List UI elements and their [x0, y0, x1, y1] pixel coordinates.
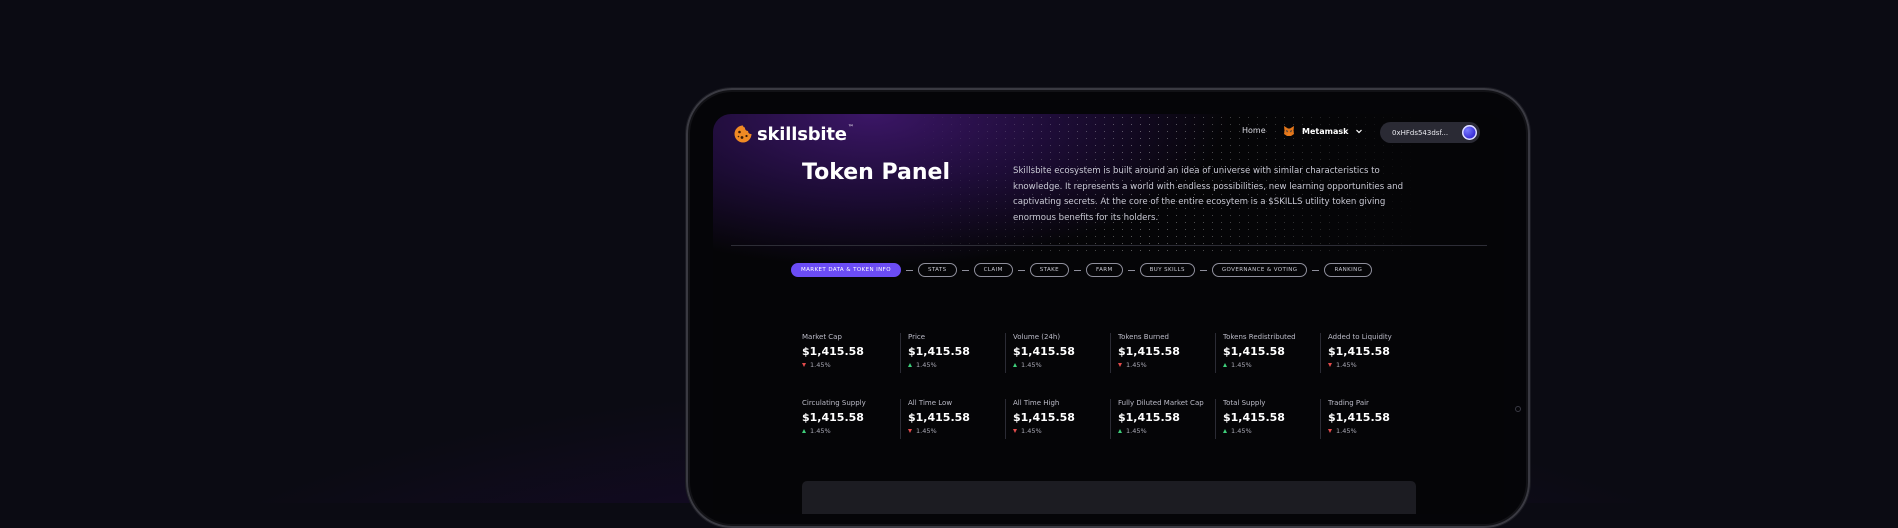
page-description: Skillsbite ecosystem is built around an … — [1013, 166, 1404, 223]
nav-home-link[interactable]: Home — [1242, 126, 1266, 135]
metamask-fox-icon — [1284, 126, 1294, 136]
stat-label: Tokens Burned — [1118, 333, 1169, 341]
tab-governance-voting[interactable]: GOVERNANCE & VOTING — [1211, 263, 1308, 277]
tab-separator — [1017, 269, 1025, 271]
top-navbar: skillsbite ™ Home Metamask 0xHFds543dsf.… — [713, 114, 1504, 154]
stat-value: $1,415.58 — [1223, 411, 1285, 424]
section-divider — [731, 245, 1487, 246]
tab-separator — [905, 269, 913, 271]
stat-circulating-supply: Circulating Supply $1,415.58 1.45% — [802, 399, 902, 439]
tab-claim[interactable]: CLAIM — [973, 263, 1013, 277]
stat-change: 1.45% — [1223, 361, 1315, 369]
stat-tokens-redistributed: Tokens Redistributed $1,415.58 1.45% — [1215, 333, 1315, 373]
cookie-icon — [734, 125, 752, 143]
tab-stake[interactable]: STAKE — [1029, 263, 1070, 277]
page-title: Token Panel — [802, 160, 950, 185]
wallet-address-button[interactable]: 0xHFds543dsf... — [1380, 122, 1480, 143]
tab-farm[interactable]: FARM — [1086, 263, 1123, 277]
logo-wordmark: skillsbite — [757, 123, 847, 145]
tab-separator — [961, 269, 969, 271]
tab-stats[interactable]: STATS — [917, 263, 957, 277]
arrow-up-icon — [908, 363, 912, 367]
stat-value: $1,415.58 — [1328, 411, 1390, 424]
stat-price: Price $1,415.58 1.45% — [900, 333, 1000, 373]
wallet-name: Metamask — [1302, 126, 1349, 136]
stat-all-time-low: All Time Low $1,415.58 1.45% — [900, 399, 1000, 439]
arrow-down-icon — [802, 363, 806, 367]
stat-change: 1.45% — [1328, 361, 1420, 369]
stat-fully-diluted-market-cap: Fully Diluted Market Cap $1,415.58 1.45% — [1110, 399, 1210, 439]
arrow-down-icon — [908, 429, 912, 433]
stat-change: 1.45% — [802, 361, 902, 369]
content-panel — [802, 481, 1416, 514]
chevron-down-icon — [1356, 129, 1363, 134]
stat-added-to-liquidity: Added to Liquidity $1,415.58 1.45% — [1320, 333, 1420, 373]
stat-tokens-burned: Tokens Burned $1,415.58 1.45% — [1110, 333, 1210, 373]
stat-value: $1,415.58 — [1328, 345, 1390, 358]
app-screen: skillsbite ™ Home Metamask 0xHFds543dsf.… — [713, 114, 1504, 514]
tab-buy-skills[interactable]: BUY SKILLS — [1139, 263, 1195, 277]
stat-label: Tokens Redistributed — [1223, 333, 1296, 341]
stat-all-time-high: All Time High $1,415.58 1.45% — [1005, 399, 1105, 439]
arrow-down-icon — [1328, 429, 1332, 433]
tab-separator — [1074, 269, 1082, 271]
tab-separator — [1127, 269, 1135, 271]
arrow-down-icon — [1118, 363, 1122, 367]
stat-change: 1.45% — [1118, 361, 1210, 369]
arrow-up-icon — [802, 429, 806, 433]
wallet-selector[interactable]: Metamask — [1283, 125, 1363, 137]
stat-change: 1.45% — [1118, 427, 1210, 435]
stat-total-supply: Total Supply $1,415.58 1.45% — [1215, 399, 1315, 439]
stat-value: $1,415.58 — [1013, 345, 1075, 358]
arrow-up-icon — [1013, 363, 1017, 367]
stat-value: $1,415.58 — [802, 411, 864, 424]
stat-label: Total Supply — [1223, 399, 1266, 407]
stat-change: 1.45% — [1328, 427, 1420, 435]
stat-change: 1.45% — [802, 427, 902, 435]
stat-trading-pair: Trading Pair $1,415.58 1.45% — [1320, 399, 1420, 439]
stat-value: $1,415.58 — [1013, 411, 1075, 424]
stat-change: 1.45% — [908, 427, 1000, 435]
stat-change: 1.45% — [1223, 427, 1315, 435]
wallet-address: 0xHFds543dsf... — [1392, 128, 1449, 137]
stat-volume-24h: Volume (24h) $1,415.58 1.45% — [1005, 333, 1105, 373]
stat-change: 1.45% — [1013, 427, 1105, 435]
stat-value: $1,415.58 — [908, 411, 970, 424]
stat-label: Price — [908, 333, 926, 341]
stat-value: $1,415.58 — [1118, 345, 1180, 358]
trademark-symbol: ™ — [847, 123, 854, 131]
stat-label: All Time Low — [908, 399, 953, 407]
section-tabs: MARKET DATA & TOKEN INFO STATS CLAIM STA… — [791, 262, 1431, 278]
tab-ranking[interactable]: RANKING — [1324, 263, 1373, 277]
stat-label: Volume (24h) — [1013, 333, 1061, 341]
stat-label: Trading Pair — [1328, 399, 1369, 407]
device-camera — [1515, 406, 1521, 412]
stat-label: Circulating Supply — [802, 399, 866, 407]
wallet-avatar — [1462, 125, 1477, 140]
stat-label: Fully Diluted Market Cap — [1118, 399, 1204, 407]
tab-market-data[interactable]: MARKET DATA & TOKEN INFO — [791, 263, 901, 277]
arrow-up-icon — [1118, 429, 1122, 433]
stat-change: 1.45% — [1013, 361, 1105, 369]
stat-value: $1,415.58 — [802, 345, 864, 358]
stat-value: $1,415.58 — [1223, 345, 1285, 358]
stat-label: Market Cap — [802, 333, 842, 341]
tab-separator — [1312, 269, 1320, 271]
tab-separator — [1199, 269, 1207, 271]
stat-market-cap: Market Cap $1,415.58 1.45% — [802, 333, 902, 373]
stat-value: $1,415.58 — [908, 345, 970, 358]
arrow-up-icon — [1223, 429, 1227, 433]
stat-label: Added to Liquidity — [1328, 333, 1392, 341]
arrow-down-icon — [1328, 363, 1332, 367]
arrow-up-icon — [1223, 363, 1227, 367]
stat-label: All Time High — [1013, 399, 1060, 407]
stat-value: $1,415.58 — [1118, 411, 1180, 424]
stat-change: 1.45% — [908, 361, 1000, 369]
arrow-down-icon — [1013, 429, 1017, 433]
brand-logo[interactable]: skillsbite ™ — [733, 122, 854, 146]
